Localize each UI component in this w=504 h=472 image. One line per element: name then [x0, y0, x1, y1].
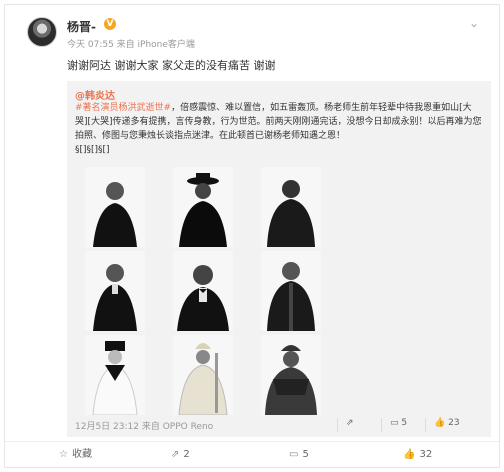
- verified-badge: V: [104, 18, 116, 30]
- photo-thumb[interactable]: [85, 167, 145, 247]
- comment-count: 5: [302, 449, 309, 460]
- repost-icon: ⇗: [171, 449, 180, 460]
- favorite-button[interactable]: ☆ 收藏: [59, 442, 92, 468]
- repost-comment-count: 5: [401, 418, 408, 428]
- repost-time: 12月5日 23:12 来自 OPPO Reno: [75, 422, 214, 432]
- like-button[interactable]: 👍 32: [403, 442, 432, 468]
- comment-icon: ▭: [289, 449, 299, 460]
- hashtag-link[interactable]: #著名演员杨洪武逝世#: [75, 103, 171, 113]
- chevron-down-icon[interactable]: ⌄: [469, 16, 479, 30]
- repost-repost-button[interactable]: ⇗: [337, 418, 354, 432]
- photo-thumb[interactable]: [261, 335, 321, 415]
- repost-icon: ⇗: [346, 418, 354, 428]
- photo-thumb[interactable]: [85, 335, 145, 415]
- like-count: 32: [419, 449, 433, 460]
- username[interactable]: 杨晋-: [67, 18, 96, 35]
- photo-thumb[interactable]: [173, 335, 233, 415]
- comment-icon: ▭: [390, 418, 399, 428]
- thumbs-up-icon: 👍: [434, 418, 446, 428]
- post-meta: 今天 07:55 来自 iPhone客户端: [67, 40, 195, 50]
- repost-count: 2: [183, 449, 190, 460]
- repost-footer: 12月5日 23:12 来自 OPPO Reno ⇗ ▭ 5 👍 23: [75, 417, 483, 433]
- repost-like-count: 23: [448, 418, 460, 428]
- favorite-label: 收藏: [71, 449, 92, 460]
- repost-author[interactable]: @韩炎达: [75, 87, 115, 102]
- comment-button[interactable]: ▭ 5: [289, 442, 309, 468]
- star-icon: ☆: [59, 449, 68, 460]
- repost-comment-button[interactable]: ▭ 5: [381, 418, 407, 432]
- repost-like-button[interactable]: 👍 23: [425, 418, 460, 432]
- photo-thumb[interactable]: [261, 167, 321, 247]
- photo-thumb[interactable]: [173, 167, 233, 247]
- weibo-post-card: 杨晋- V 今天 07:55 来自 iPhone客户端 ⌄ 谢谢阿达 谢谢大家 …: [4, 4, 500, 468]
- reposted-content[interactable]: @韩炎达 #著名演员杨洪武逝世#，倍感震惊、难以置信，如五雷轰顶。杨老师生前年轻…: [67, 81, 491, 437]
- repost-button[interactable]: ⇗ 2: [171, 442, 190, 468]
- photo-thumb[interactable]: [85, 251, 145, 331]
- repost-body-1: ，倍感震惊、难以置信，如五雷轰顶。杨老师生前年轻辈中待我恩重如山: [171, 103, 460, 113]
- repost-body-3: §[]§[]§[]: [75, 145, 110, 155]
- repost-text: #著名演员杨洪武逝世#，倍感震惊、难以置信，如五雷轰顶。杨老师生前年轻辈中待我恩…: [75, 101, 483, 157]
- post-text: 谢谢阿达 谢谢大家 家父走的没有痛苦 谢谢: [67, 59, 276, 72]
- action-bar: ☆ 收藏 ⇗ 2 ▭ 5 👍 32: [5, 441, 499, 467]
- thumbs-up-icon: 👍: [403, 449, 416, 460]
- avatar[interactable]: [27, 17, 57, 47]
- photo-thumb[interactable]: [173, 251, 233, 331]
- photo-thumb[interactable]: [261, 251, 321, 331]
